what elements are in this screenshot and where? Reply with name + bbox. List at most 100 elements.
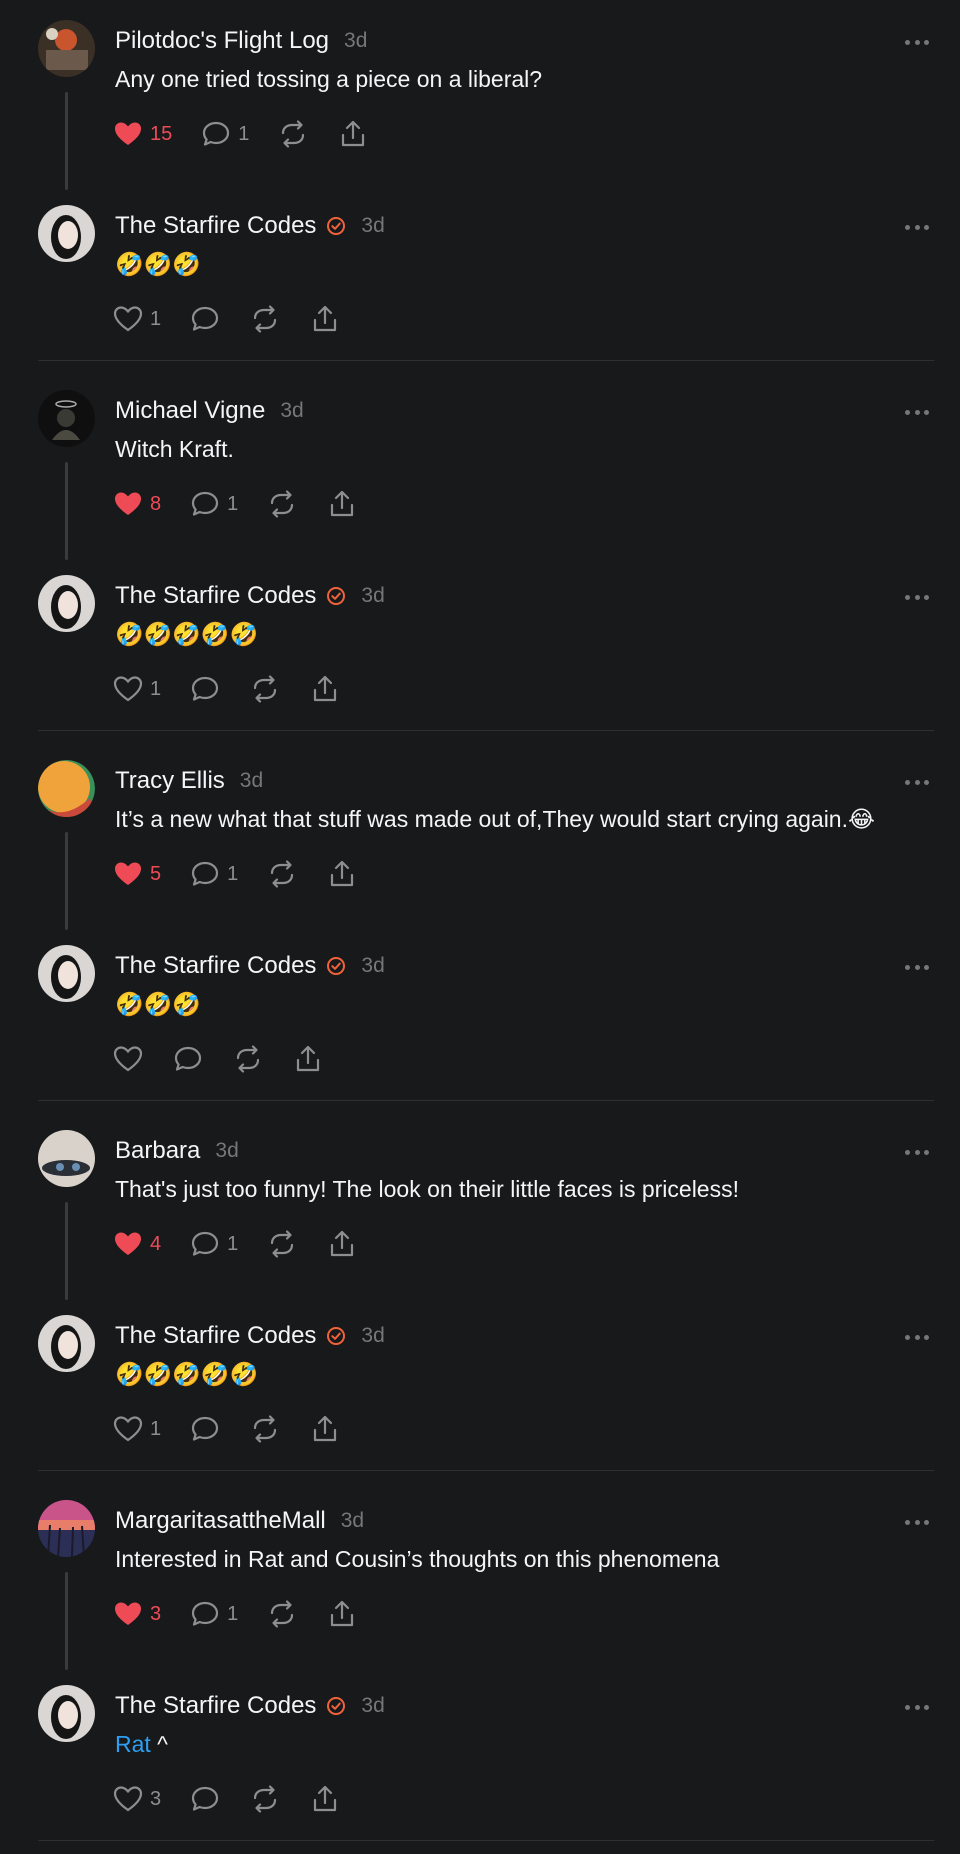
more-icon[interactable] [905, 1510, 929, 1534]
author-name[interactable]: Pilotdoc's Flight Log [115, 27, 329, 55]
reply-button[interactable] [189, 671, 221, 707]
post-text: Rat ^ [115, 1731, 168, 1758]
avatar[interactable] [38, 760, 95, 817]
comment-icon [203, 121, 230, 146]
avatar[interactable] [38, 390, 95, 447]
like-button[interactable]: 3 [112, 1596, 161, 1632]
repost-icon [271, 1230, 294, 1258]
avatar[interactable] [38, 1315, 95, 1372]
like-button[interactable] [112, 1041, 144, 1077]
share-button[interactable] [309, 671, 341, 707]
author-name[interactable]: The Starfire Codes [115, 1322, 316, 1350]
like-button[interactable]: 8 [112, 486, 161, 522]
thread-connector [65, 92, 68, 190]
author-name[interactable]: MargaritasattheMall [115, 1507, 326, 1535]
more-icon[interactable] [905, 1695, 929, 1719]
share-button[interactable] [326, 1596, 358, 1632]
share-icon [314, 1415, 337, 1442]
more-icon[interactable] [905, 1325, 929, 1349]
like-button[interactable]: 1 [112, 671, 161, 707]
post-actions [112, 1041, 352, 1077]
like-count: 5 [150, 862, 162, 885]
share-button[interactable] [292, 1041, 324, 1077]
post-text: 🤣🤣🤣 [115, 991, 201, 1017]
more-icon[interactable] [905, 400, 929, 424]
avatar[interactable] [38, 20, 95, 77]
post: Tracy Ellis 3d It’s a new what that stuf… [38, 760, 934, 935]
author-name[interactable]: The Starfire Codes [115, 1692, 316, 1720]
repost-button[interactable] [277, 116, 309, 152]
author-name[interactable]: Tracy Ellis [115, 767, 225, 795]
like-button[interactable]: 15 [112, 116, 172, 152]
reply-button[interactable] [172, 1041, 204, 1077]
repost-button[interactable] [249, 671, 281, 707]
repost-icon [271, 1600, 294, 1628]
repost-button[interactable] [249, 1781, 281, 1817]
more-icon[interactable] [905, 585, 929, 609]
author-name[interactable]: The Starfire Codes [115, 582, 316, 610]
share-icon [331, 490, 354, 517]
repost-icon [271, 490, 294, 518]
share-button[interactable] [309, 301, 341, 337]
comment-icon [192, 1231, 219, 1256]
reply-button[interactable]: 1 [189, 856, 238, 892]
heart-icon [113, 1046, 143, 1072]
more-icon[interactable] [905, 215, 929, 239]
more-icon[interactable] [905, 1140, 929, 1164]
post-actions: 5 1 [112, 856, 386, 892]
avatar[interactable] [38, 205, 95, 262]
avatar[interactable] [38, 1500, 95, 1557]
reply-button[interactable]: 1 [189, 1596, 238, 1632]
share-button[interactable] [326, 1226, 358, 1262]
like-button[interactable]: 1 [112, 1411, 161, 1447]
reply-button[interactable]: 1 [200, 116, 249, 152]
repost-button[interactable] [249, 301, 281, 337]
author-name[interactable]: The Starfire Codes [115, 212, 316, 240]
author-name[interactable]: Michael Vigne [115, 397, 265, 425]
reply-button[interactable] [189, 1781, 221, 1817]
repost-button[interactable] [266, 486, 298, 522]
heart-icon [115, 1232, 141, 1255]
share-button[interactable] [326, 486, 358, 522]
more-icon[interactable] [905, 770, 929, 794]
reply-count: 1 [227, 1602, 239, 1625]
repost-button[interactable] [249, 1411, 281, 1447]
repost-button[interactable] [266, 1596, 298, 1632]
post: Barbara 3d That's just too funny! The lo… [38, 1130, 934, 1305]
verified-badge-icon [327, 1327, 346, 1345]
share-icon [314, 1785, 337, 1812]
post-actions: 3 1 [112, 1596, 386, 1632]
share-button[interactable] [309, 1781, 341, 1817]
more-icon[interactable] [905, 955, 929, 979]
share-icon [331, 860, 354, 887]
like-button[interactable]: 3 [112, 1781, 161, 1817]
like-count: 15 [150, 122, 173, 145]
more-icon[interactable] [905, 30, 929, 54]
repost-button[interactable] [266, 856, 298, 892]
like-button[interactable]: 1 [112, 301, 161, 337]
like-button[interactable]: 5 [112, 856, 161, 892]
share-button[interactable] [309, 1411, 341, 1447]
avatar[interactable] [38, 1130, 95, 1187]
mention-link[interactable]: Rat [115, 1731, 151, 1757]
post-time: 3d [280, 399, 304, 422]
like-button[interactable]: 4 [112, 1226, 161, 1262]
repost-button[interactable] [232, 1041, 264, 1077]
avatar[interactable] [38, 575, 95, 632]
thread-connector [65, 1202, 68, 1300]
avatar[interactable] [38, 945, 95, 1002]
share-button[interactable] [326, 856, 358, 892]
reply-button[interactable] [189, 301, 221, 337]
reply-button[interactable]: 1 [189, 1226, 238, 1262]
post-actions: 8 1 [112, 486, 386, 522]
reply-button[interactable] [189, 1411, 221, 1447]
post: MargaritasattheMall 3d Interested in Rat… [38, 1500, 934, 1675]
share-button[interactable] [337, 116, 369, 152]
share-icon [342, 120, 365, 147]
repost-button[interactable] [266, 1226, 298, 1262]
author-name[interactable]: The Starfire Codes [115, 952, 316, 980]
reply-button[interactable]: 1 [189, 486, 238, 522]
post: The Starfire Codes 3d Rat ^ 3 [38, 1685, 934, 1835]
author-name[interactable]: Barbara [115, 1137, 200, 1165]
avatar[interactable] [38, 1685, 95, 1742]
